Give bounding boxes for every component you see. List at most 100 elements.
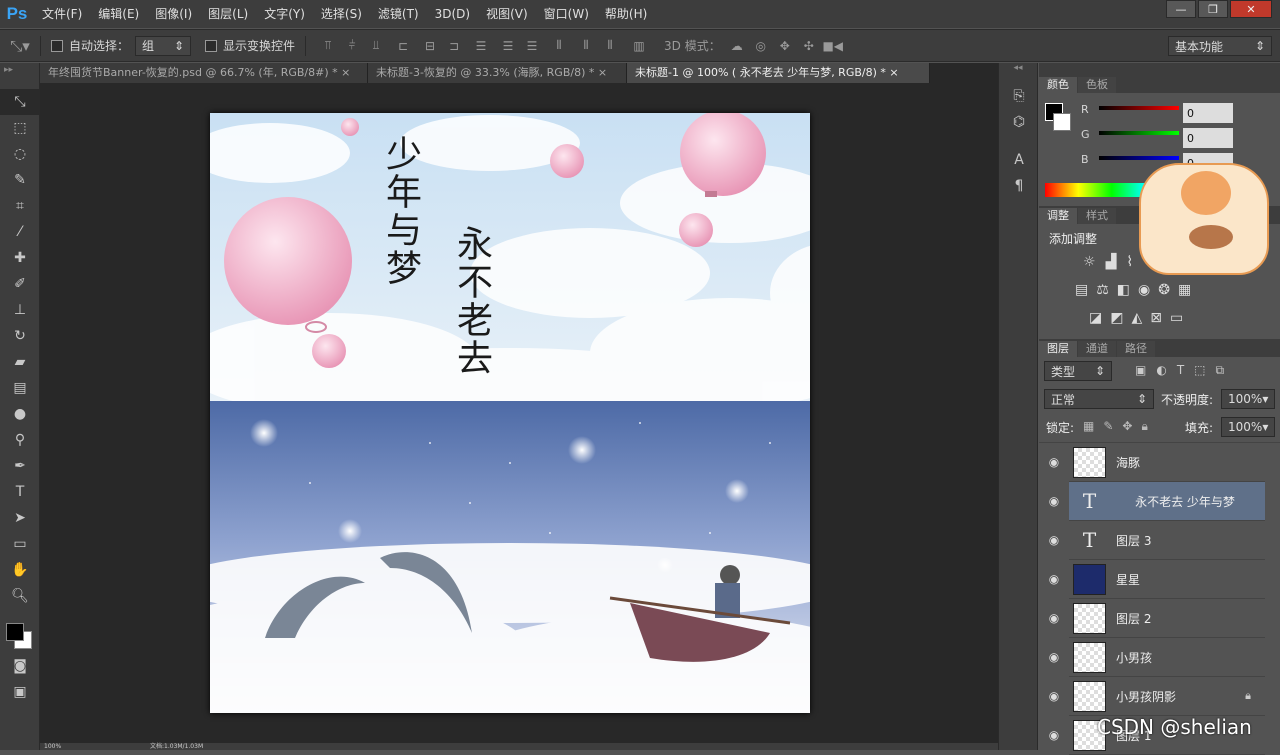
layer-filter-dropdown[interactable]: 类型 ⇕ [1044,361,1112,381]
g-slider[interactable] [1099,131,1179,135]
paragraph-panel-icon[interactable]: ¶ [999,173,1039,199]
orbit-3d-icon[interactable]: ☁ [725,39,749,53]
visibility-eye-icon[interactable]: ◉ [1039,521,1069,560]
menu-image[interactable]: 图像(I) [147,0,200,28]
layer-row[interactable]: ◉ 星星 [1049,560,1265,599]
slide-3d-icon[interactable]: ✣ [797,39,821,53]
close-tab-icon[interactable]: × [341,66,350,79]
distribute-bottom-icon[interactable]: ☰ [520,39,544,53]
gradient-map-icon[interactable]: ▭ [1170,310,1183,326]
align-hcenter-icon[interactable]: ⊟ [418,39,442,53]
path-select-icon[interactable]: ➤ [0,505,40,531]
menu-select[interactable]: 选择(S) [313,0,370,28]
layer-row[interactable]: ◉ 小男孩 [1049,638,1265,677]
distribute-top-icon[interactable]: ☰ [466,39,496,53]
distribute-right-icon[interactable]: ⦀ [598,38,622,53]
lock-transparent-icon[interactable]: ▦ [1083,419,1094,434]
close-tab-icon[interactable]: × [598,66,607,79]
distribute-vcenter-icon[interactable]: ☰ [496,39,520,53]
selective-color-icon[interactable]: ⊠ [1150,310,1162,326]
hand-tool-icon[interactable]: ✋ [0,557,40,583]
menu-3d[interactable]: 3D(D) [427,0,478,28]
levels-icon[interactable]: ▟ [1106,254,1117,270]
distribute-left-icon[interactable]: ⦀ [544,38,574,53]
black-white-icon[interactable]: ◧ [1117,282,1130,298]
tab-color[interactable]: 颜色 [1039,77,1077,93]
foreground-color-swatch[interactable] [6,623,24,641]
shape-tool-icon[interactable]: ▭ [0,531,40,557]
screen-mode-icon[interactable]: ▣ [0,679,40,705]
tab-channels[interactable]: 通道 [1078,341,1116,357]
gradient-tool-icon[interactable]: ▤ [0,375,40,401]
r-slider[interactable] [1099,106,1179,110]
crop-tool-icon[interactable]: ⌗ [0,193,40,219]
panel-grip-icon[interactable]: ▸▸ [0,63,39,89]
artboard[interactable]: 少年与梦 永不老去 [210,113,810,713]
align-vcenter-icon[interactable]: ⫩ [340,38,364,53]
r-value[interactable]: 0 [1183,103,1233,123]
layer-row[interactable]: ◉ 海豚 [1049,443,1265,482]
distribute-hcenter-icon[interactable]: ⦀ [574,38,598,53]
visibility-eye-icon[interactable]: ◉ [1039,638,1069,677]
minimize-button[interactable]: — [1166,0,1196,18]
auto-select-dropdown[interactable]: 组 ⇕ [135,35,192,56]
align-left-icon[interactable]: ⊏ [388,39,418,53]
menu-filter[interactable]: 滤镜(T) [370,0,427,28]
opacity-field[interactable]: 100% ▾ [1221,389,1275,409]
type-filter-icon[interactable]: T [1177,363,1184,378]
color-lookup-icon[interactable]: ▦ [1178,282,1191,298]
shape-filter-icon[interactable]: ⬚ [1194,363,1205,378]
scale-3d-icon[interactable]: ■◀ [821,39,845,53]
invert-icon[interactable]: ◪ [1089,310,1102,326]
tab-swatches[interactable]: 色板 [1078,77,1116,93]
menu-help[interactable]: 帮助(H) [597,0,655,28]
workspace-dropdown[interactable]: 基本功能 ⇕ [1168,36,1272,56]
color-balance-icon[interactable]: ⚖ [1096,282,1109,298]
layer-row[interactable]: ◉ T 永不老去 少年与梦 [1049,482,1265,521]
tab-layers[interactable]: 图层 [1039,341,1077,357]
visibility-eye-icon[interactable]: ◉ [1039,716,1069,755]
background-color-swatch[interactable] [1053,113,1071,131]
tab-adjustments[interactable]: 调整 [1039,208,1077,224]
lasso-tool-icon[interactable]: ◌ [0,141,40,167]
photo-filter-icon[interactable]: ◉ [1138,282,1150,298]
curves-icon[interactable]: ⌇ [1126,254,1133,270]
g-value[interactable]: 0 [1183,128,1233,148]
visibility-eye-icon[interactable]: ◉ [1039,560,1069,599]
type-tool-icon[interactable]: T [0,479,40,505]
menu-window[interactable]: 窗口(W) [536,0,597,28]
menu-type[interactable]: 文字(Y) [256,0,313,28]
align-right-icon[interactable]: ⊐ [442,39,466,53]
panel-grip-icon[interactable]: ◂◂ [999,63,1037,83]
menu-file[interactable]: 文件(F) [34,0,90,28]
blend-mode-dropdown[interactable]: 正常 ⇕ [1044,389,1154,409]
close-tab-icon[interactable]: × [889,66,898,79]
eraser-tool-icon[interactable]: ▰ [0,349,40,375]
blur-tool-icon[interactable]: ● [0,401,40,427]
menu-edit[interactable]: 编辑(E) [90,0,147,28]
marquee-tool-icon[interactable]: ⬚ [0,115,40,141]
eyedropper-tool-icon[interactable]: ⁄ [0,219,40,245]
layer-row[interactable]: ◉ 图层 2 [1049,599,1265,638]
visibility-eye-icon[interactable]: ◉ [1039,443,1069,482]
threshold-icon[interactable]: ◭ [1131,310,1142,326]
align-bottom-icon[interactable]: ⫫ [364,38,388,53]
pixel-filter-icon[interactable]: ▣ [1135,363,1146,378]
visibility-eye-icon[interactable]: ◉ [1039,482,1069,521]
layer-row[interactable]: ◉ T 图层 3 [1049,521,1265,560]
move-tool-icon[interactable]: ⤡ [0,89,40,115]
character-panel-icon[interactable]: A [999,147,1039,173]
pan-3d-icon[interactable]: ✥ [773,39,797,53]
properties-panel-icon[interactable]: ⌬ [999,109,1039,135]
quick-mask-icon[interactable]: ◙ [0,653,40,679]
quick-select-tool-icon[interactable]: ✎ [0,167,40,193]
menu-layer[interactable]: 图层(L) [200,0,256,28]
channel-mixer-icon[interactable]: ❂ [1158,282,1170,298]
stamp-tool-icon[interactable]: ⊥ [0,297,40,323]
dodge-tool-icon[interactable]: ⚲ [0,427,40,453]
lock-all-icon[interactable]: 🔒︎ [1141,419,1147,434]
b-slider[interactable] [1099,156,1179,160]
fill-field[interactable]: 100% ▾ [1221,417,1275,437]
close-button[interactable]: ✕ [1230,0,1272,18]
tab-document-1[interactable]: 年终囤货节Banner-恢复的.psd @ 66.7% (年, RGB/8#) … [40,63,368,83]
